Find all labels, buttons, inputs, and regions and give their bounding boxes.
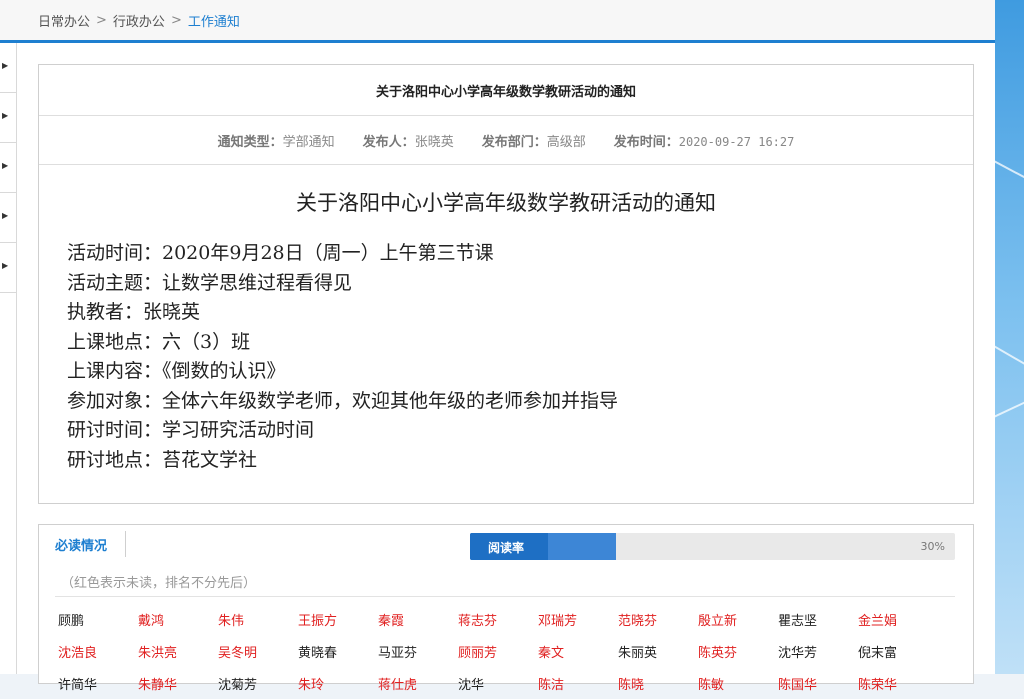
reader-name-unread: 陈晓 (618, 677, 645, 693)
content-line-teacher: 执教者：张晓英 (67, 301, 201, 323)
breadcrumb: 日常办公 > 行政办公 > 工作通知 (0, 0, 995, 43)
arrow-right-icon: ▶ (2, 261, 9, 270)
reader-name-unread: 沈浩良 (58, 645, 98, 661)
reading-status-panel: 必读情况 阅读率 30% （红色表示未读，排名不分先后） 顾鹏 戴鸿 朱伟 王振方 秦霞… (38, 524, 974, 693)
sidebar-toggle-1[interactable]: ▶ (0, 43, 16, 93)
reader-name-unread: 吴冬明 (218, 645, 258, 661)
reader-name-read: 马亚芬 (378, 645, 418, 661)
notice-content: 关于洛阳中心小学高年级数学教研活动的通知 活动时间：2020年9月28日（周一）… (39, 187, 973, 475)
breadcrumb-item-admin-office[interactable]: 行政办公 (113, 11, 165, 30)
meta-type-value: 学部通知 (282, 134, 335, 150)
tab-divider (125, 531, 126, 557)
reader-name-read: 沈菊芳 (218, 677, 258, 693)
meta-type-label: 通知类型： (217, 134, 283, 150)
meta-time-label: 发布时间： (613, 134, 679, 150)
content-line-discussion-time: 研讨时间：学习研究活动时间 (67, 419, 315, 441)
content-line-location: 上课地点：六（3）班 (67, 330, 251, 353)
reader-name-unread: 朱静华 (138, 677, 178, 693)
reader-name-unread: 戴鸿 (138, 613, 165, 629)
collapsed-sidebar: ▶ ▶ ▶ ▶ ▶ (0, 43, 17, 674)
notice-panel: 关于洛阳中心小学高年级数学教研活动的通知 通知类型：学部通知 发布人：张晓英 发… (38, 64, 974, 504)
reader-name-unread: 殷立新 (698, 613, 738, 629)
read-status-note: （红色表示未读，排名不分先后） (61, 576, 257, 591)
reader-name-unread: 朱伟 (218, 613, 245, 629)
reader-name-unread: 秦霞 (378, 613, 405, 629)
breadcrumb-item-daily-office[interactable]: 日常办公 (38, 11, 90, 30)
meta-type: 通知类型：学部通知 (218, 131, 335, 150)
breadcrumb-separator: > (170, 12, 182, 28)
reader-name-read: 沈华 (458, 677, 485, 693)
reader-row: 顾鹏 戴鸿 朱伟 王振方 秦霞 蒋志芬 邓瑞芳 范晓芬 殷立新 瞿志坚 金兰娟 (58, 603, 958, 635)
reader-name-unread: 王振方 (298, 613, 338, 629)
reader-name-read: 倪末富 (858, 645, 898, 661)
meta-time: 发布时间：2020-09-27 16:27 (614, 131, 795, 150)
reader-name-unread: 蒋志芬 (458, 613, 498, 629)
notice-header-title: 关于洛阳中心小学高年级数学教研活动的通知 (39, 65, 973, 116)
reader-row: 沈浩良 朱洪亮 吴冬明 黄晓春 马亚芬 顾丽芳 秦文 朱丽英 陈英芬 沈华芳 倪末富 (58, 635, 958, 667)
arrow-right-icon: ▶ (2, 111, 9, 120)
meta-time-value: 2020-09-27 16:27 (678, 134, 795, 149)
reader-name-unread: 陈洁 (538, 677, 565, 693)
reader-name-unread: 朱洪亮 (138, 645, 178, 661)
reader-name-read: 瞿志坚 (778, 613, 818, 629)
reader-name-unread: 陈敏 (698, 677, 725, 693)
document-title: 关于洛阳中心小学高年级数学教研活动的通知 (296, 191, 716, 215)
reader-name-read: 朱丽英 (618, 645, 658, 661)
content-line-audience: 参加对象：全体六年级数学老师，欢迎其他年级的老师参加并指导 (67, 389, 619, 412)
reader-name-unread: 范晓芬 (618, 613, 658, 629)
reader-name-unread: 陈国华 (778, 677, 818, 693)
reader-name-read: 顾鹏 (58, 613, 85, 629)
reader-name-unread: 秦文 (538, 645, 565, 661)
meta-department: 发布部门：高级部 (482, 131, 586, 150)
sidebar-toggle-2[interactable]: ▶ (0, 93, 16, 143)
notice-meta-bar: 通知类型：学部通知 发布人：张晓英 发布部门：高级部 发布时间：2020-09-… (39, 116, 973, 165)
read-rate-percent: 30% (920, 540, 945, 553)
meta-publisher: 发布人：张晓英 (363, 131, 454, 150)
read-rate-label: 阅读率 (488, 541, 525, 555)
sidebar-toggle-3[interactable]: ▶ (0, 143, 16, 193)
content-line-time: 活动时间：2020年9月28日（周一）上午第三节课 (67, 242, 494, 264)
reader-row: 许简华 朱静华 沈菊芳 朱玲 蒋仕虎 沈华 陈洁 陈晓 陈敏 陈国华 陈荣华 (58, 667, 958, 699)
sidebar-toggle-5[interactable]: ▶ (0, 243, 16, 293)
reader-name-unread: 顾丽芳 (458, 645, 498, 661)
desktop-background (995, 0, 1024, 674)
reader-name-unread: 蒋仕虎 (378, 677, 418, 693)
reader-name-unread: 陈英芬 (698, 645, 738, 661)
content-line-theme: 活动主题：让数学思维过程看得见 (67, 271, 353, 294)
app-window: 日常办公 > 行政办公 > 工作通知 ▶ ▶ ▶ ▶ ▶ 关于洛阳中心小学高年级… (0, 0, 995, 693)
arrow-right-icon: ▶ (2, 161, 9, 170)
reader-name-unread: 朱玲 (298, 677, 325, 693)
meta-publisher-value: 张晓英 (414, 134, 454, 150)
meta-publisher-label: 发布人： (362, 134, 415, 150)
reader-name-read: 许简华 (58, 677, 98, 693)
arrow-right-icon: ▶ (2, 211, 9, 220)
meta-department-value: 高级部 (546, 134, 586, 150)
tab-required-reading[interactable]: 必读情况 (55, 535, 107, 554)
content-line-lesson: 上课内容：《倒数的认识》 (67, 360, 286, 382)
breadcrumb-separator: > (96, 12, 107, 28)
reader-name-unread: 邓瑞芳 (538, 613, 578, 629)
sidebar-toggle-4[interactable]: ▶ (0, 193, 16, 243)
arrow-right-icon: ▶ (2, 61, 9, 70)
meta-department-label: 发布部门： (481, 134, 547, 150)
divider (55, 596, 955, 597)
content-line-discussion-location: 研讨地点：苔花文学社 (67, 448, 258, 471)
reader-name-list: 顾鹏 戴鸿 朱伟 王振方 秦霞 蒋志芬 邓瑞芳 范晓芬 殷立新 瞿志坚 金兰娟沈浩良 朱洪亮 吴冬明 黄晓… (58, 603, 958, 699)
reader-name-unread: 陈荣华 (858, 677, 898, 693)
reader-name-unread: 金兰娟 (858, 613, 898, 629)
reader-name-read: 沈华芳 (778, 645, 818, 661)
reader-name-read: 黄晓春 (298, 645, 338, 661)
read-rate-progress: 阅读率 30% (470, 533, 955, 560)
breadcrumb-current: 工作通知 (187, 14, 240, 30)
